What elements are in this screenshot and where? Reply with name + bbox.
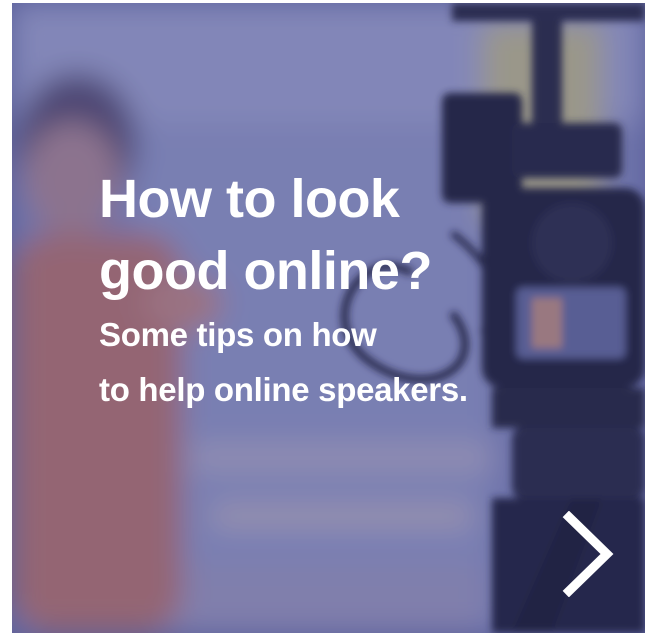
subheadline-line-1: Some tips on how (99, 316, 377, 353)
headline-line-2: good online? (99, 241, 432, 301)
hero-subheadline: Some tips on how to help online speakers… (99, 307, 468, 417)
hero-headline: How to look good online? (99, 163, 432, 307)
hero-card[interactable]: How to look good online? Some tips on ho… (12, 3, 645, 633)
chevron-right-icon[interactable] (559, 511, 615, 597)
headline-line-1: How to look (99, 169, 400, 229)
subheadline-line-2: to help online speakers. (99, 371, 468, 408)
